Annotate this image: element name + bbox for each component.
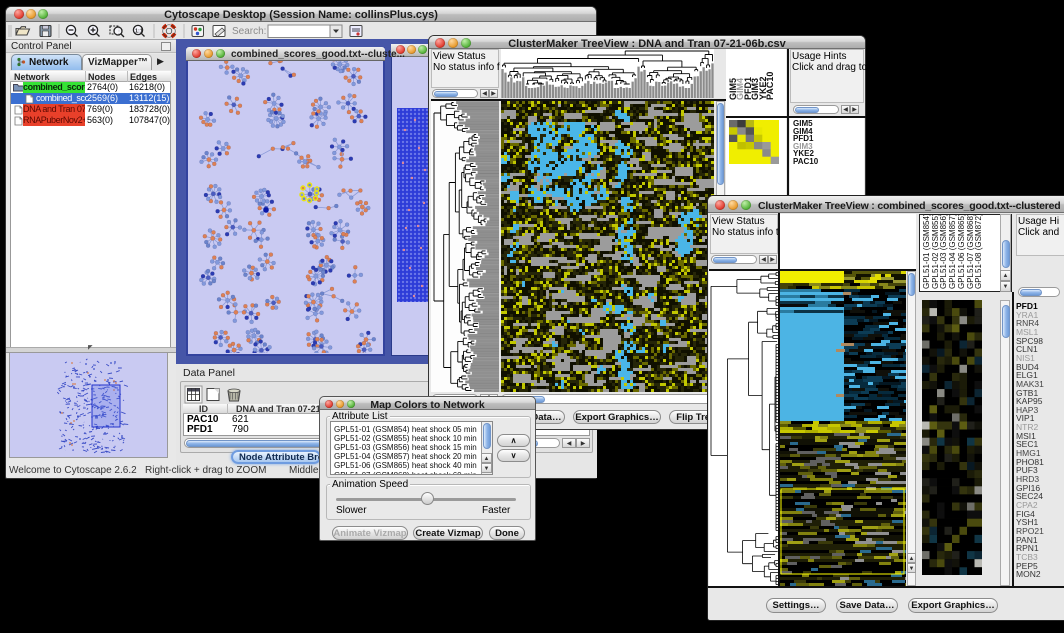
svg-text:1:1: 1:1 [135, 29, 143, 35]
svg-text:Search:: Search: [232, 26, 266, 37]
